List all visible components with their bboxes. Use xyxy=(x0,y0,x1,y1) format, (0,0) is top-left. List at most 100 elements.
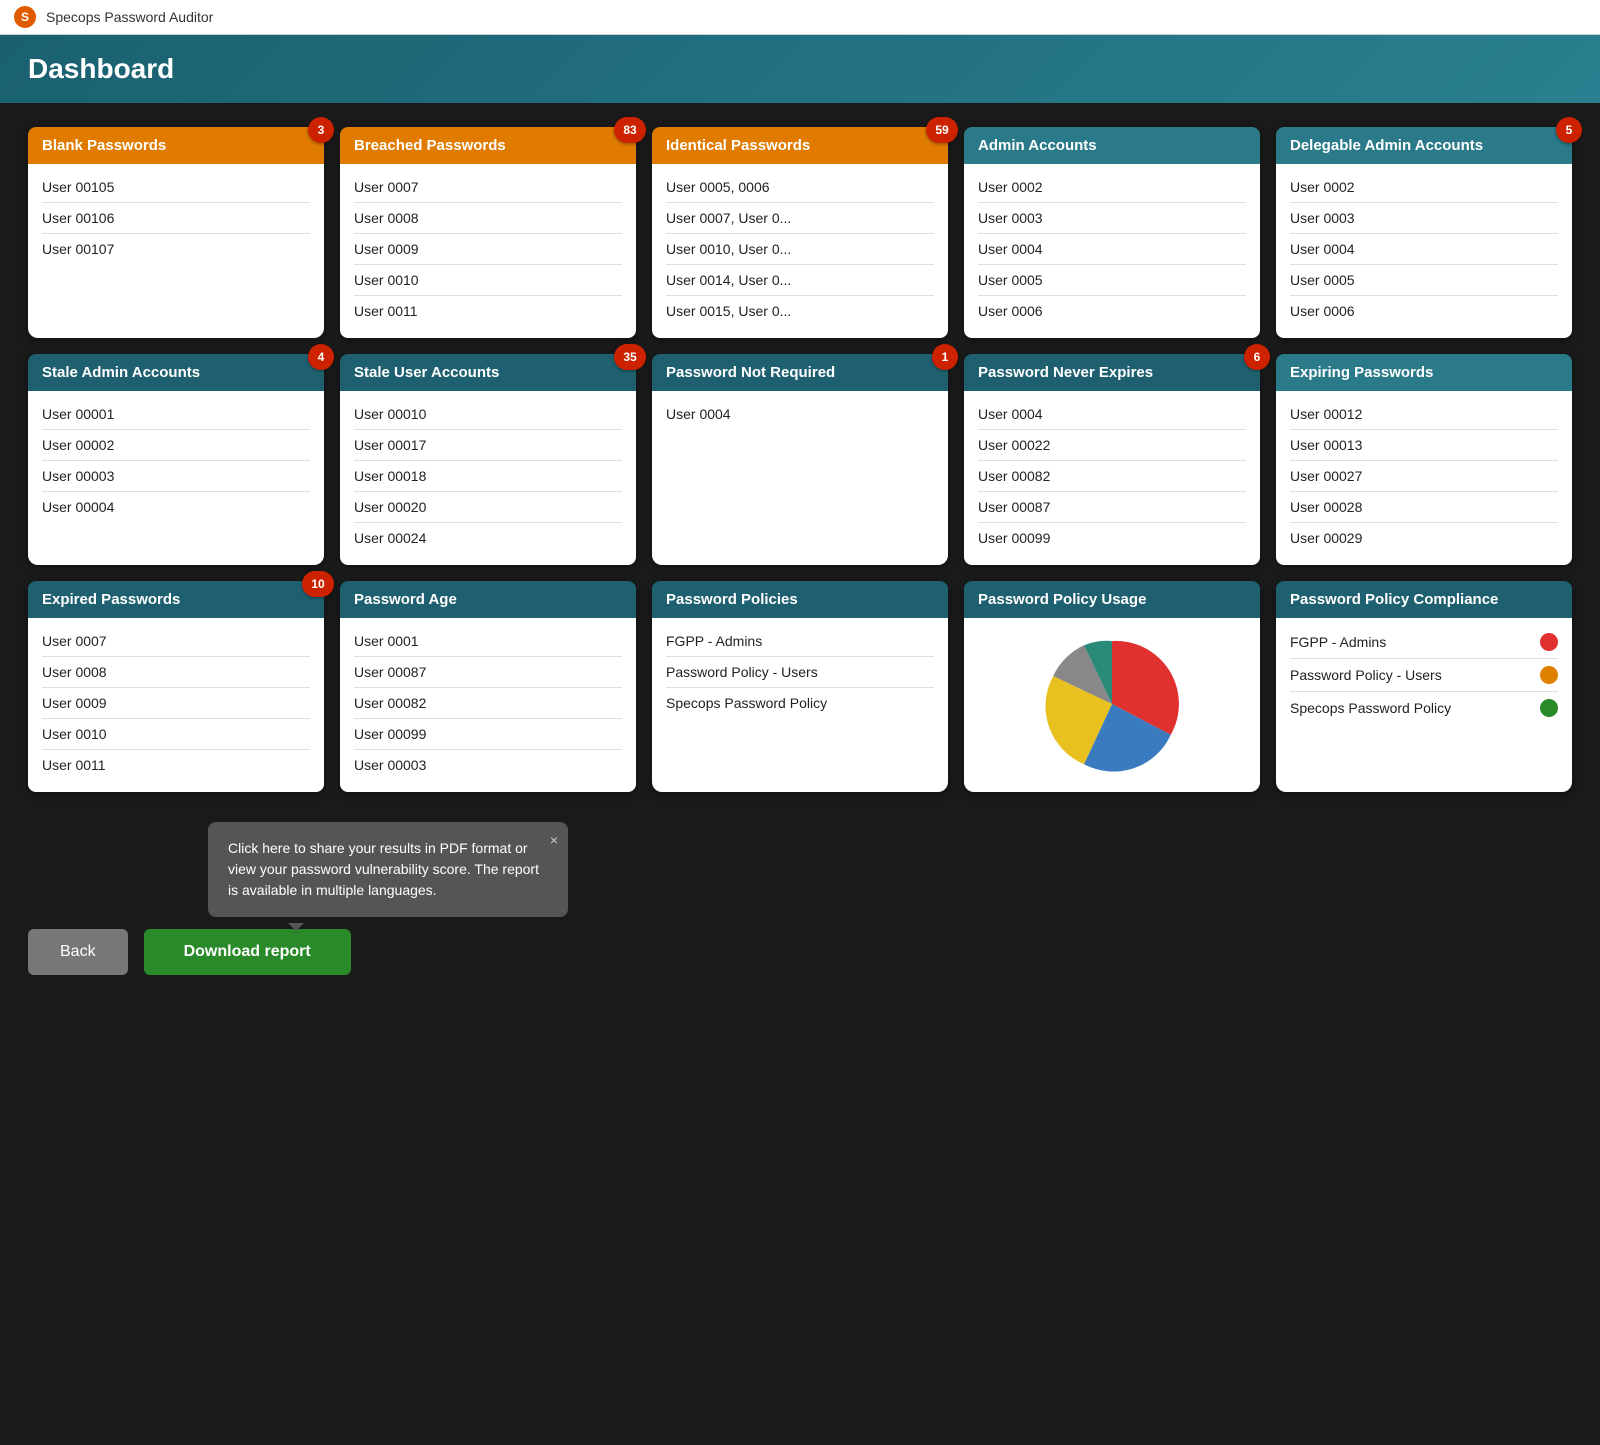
card-password-policy-compliance[interactable]: Password Policy ComplianceFGPP - AdminsP… xyxy=(1276,581,1572,792)
tooltip-bubble[interactable]: × Click here to share your results in PD… xyxy=(208,822,568,917)
legend-label: FGPP - Admins xyxy=(1290,634,1386,650)
card-body-breached-passwords: User 0007User 0008User 0009User 0010User… xyxy=(340,164,636,338)
list-item: User 00099 xyxy=(978,523,1246,553)
badge-delegable-admin-accounts: 5 xyxy=(1556,117,1582,143)
list-item: User 00004 xyxy=(42,492,310,522)
back-button[interactable]: Back xyxy=(28,929,128,975)
badge-password-never-expires: 6 xyxy=(1244,344,1270,370)
list-item: Specops Password Policy xyxy=(666,688,934,718)
download-button[interactable]: Download report xyxy=(144,929,351,975)
list-item: User 00017 xyxy=(354,430,622,461)
card-stale-admin-accounts[interactable]: 4Stale Admin AccountsUser 00001User 0000… xyxy=(28,354,324,565)
legend-item: Specops Password Policy xyxy=(1290,692,1558,724)
list-item: User 0007 xyxy=(354,172,622,203)
list-item: User 00020 xyxy=(354,492,622,523)
list-item: User 00029 xyxy=(1290,523,1558,553)
app-title: Specops Password Auditor xyxy=(46,9,213,25)
legend-item: Password Policy - Users xyxy=(1290,659,1558,692)
legend-label: Password Policy - Users xyxy=(1290,667,1442,683)
card-body-admin-accounts: User 0002User 0003User 0004User 0005User… xyxy=(964,164,1260,338)
page-title: Dashboard xyxy=(28,53,174,84)
badge-stale-user-accounts: 35 xyxy=(614,344,646,370)
legend-item: FGPP - Admins xyxy=(1290,626,1558,659)
card-password-policies[interactable]: Password PoliciesFGPP - AdminsPassword P… xyxy=(652,581,948,792)
cards-row-2: 4Stale Admin AccountsUser 00001User 0000… xyxy=(28,354,1572,565)
card-body-expiring-passwords: User 00012User 00013User 00027User 00028… xyxy=(1276,391,1572,565)
list-item: User 0006 xyxy=(978,296,1246,326)
list-item: User 00107 xyxy=(42,234,310,264)
badge-stale-admin-accounts: 4 xyxy=(308,344,334,370)
badge-password-not-required: 1 xyxy=(932,344,958,370)
list-item: User 0007, User 0... xyxy=(666,203,934,234)
title-bar: S Specops Password Auditor xyxy=(0,0,1600,35)
list-item: User 00024 xyxy=(354,523,622,553)
card-header-breached-passwords: Breached Passwords xyxy=(340,127,636,164)
bottom-area: × Click here to share your results in PD… xyxy=(28,822,1572,975)
card-header-password-policies: Password Policies xyxy=(652,581,948,618)
close-icon[interactable]: × xyxy=(550,830,558,851)
list-item: User 0011 xyxy=(354,296,622,326)
card-header-admin-accounts: Admin Accounts xyxy=(964,127,1260,164)
list-item: FGPP - Admins xyxy=(666,626,934,657)
list-item: User 00002 xyxy=(42,430,310,461)
main-content: 3Blank PasswordsUser 00105User 00106User… xyxy=(0,103,1600,995)
list-item: User 00099 xyxy=(354,719,622,750)
card-body-password-never-expires: User 0004User 00022User 00082User 00087U… xyxy=(964,391,1260,565)
list-item: User 0014, User 0... xyxy=(666,265,934,296)
list-item: User 0008 xyxy=(354,203,622,234)
app-logo: S xyxy=(14,6,36,28)
list-item: User 0006 xyxy=(1290,296,1558,326)
card-header-expired-passwords: Expired Passwords xyxy=(28,581,324,618)
list-item: User 00087 xyxy=(354,657,622,688)
list-item: User 0003 xyxy=(978,203,1246,234)
list-item: User 0001 xyxy=(354,626,622,657)
card-password-not-required[interactable]: 1Password Not RequiredUser 0004 xyxy=(652,354,948,565)
card-password-never-expires[interactable]: 6Password Never ExpiresUser 0004User 000… xyxy=(964,354,1260,565)
list-item: User 00087 xyxy=(978,492,1246,523)
card-body-blank-passwords: User 00105User 00106User 00107 xyxy=(28,164,324,276)
badge-expired-passwords: 10 xyxy=(302,571,334,597)
card-stale-user-accounts[interactable]: 35Stale User AccountsUser 00010User 0001… xyxy=(340,354,636,565)
list-item: User 0005, 0006 xyxy=(666,172,934,203)
card-password-policy-usage[interactable]: Password Policy Usage xyxy=(964,581,1260,792)
list-item: User 00027 xyxy=(1290,461,1558,492)
card-admin-accounts[interactable]: Admin AccountsUser 0002User 0003User 000… xyxy=(964,127,1260,338)
card-expired-passwords[interactable]: 10Expired PasswordsUser 0007User 0008Use… xyxy=(28,581,324,792)
legend-dot xyxy=(1540,666,1558,684)
buttons-row: Back Download report xyxy=(28,929,351,975)
list-item: User 0010 xyxy=(42,719,310,750)
card-expiring-passwords[interactable]: Expiring PasswordsUser 00012User 00013Us… xyxy=(1276,354,1572,565)
card-identical-passwords[interactable]: 59Identical PasswordsUser 0005, 0006User… xyxy=(652,127,948,338)
list-item: User 00003 xyxy=(354,750,622,780)
list-item: User 00082 xyxy=(354,688,622,719)
card-blank-passwords[interactable]: 3Blank PasswordsUser 00105User 00106User… xyxy=(28,127,324,338)
legend-label: Specops Password Policy xyxy=(1290,700,1451,716)
list-item: User 0008 xyxy=(42,657,310,688)
cards-row-1: 3Blank PasswordsUser 00105User 00106User… xyxy=(28,127,1572,338)
card-body-expired-passwords: User 0007User 0008User 0009User 0010User… xyxy=(28,618,324,792)
list-item: User 0011 xyxy=(42,750,310,780)
list-item: User 0002 xyxy=(978,172,1246,203)
card-header-identical-passwords: Identical Passwords xyxy=(652,127,948,164)
card-header-expiring-passwords: Expiring Passwords xyxy=(1276,354,1572,391)
list-item: User 0004 xyxy=(978,399,1246,430)
card-breached-passwords[interactable]: 83Breached PasswordsUser 0007User 0008Us… xyxy=(340,127,636,338)
list-item: User 0002 xyxy=(1290,172,1558,203)
legend-dot xyxy=(1540,633,1558,651)
list-item: User 00001 xyxy=(42,399,310,430)
card-body-delegable-admin-accounts: User 0002User 0003User 0004User 0005User… xyxy=(1276,164,1572,338)
list-item: User 00003 xyxy=(42,461,310,492)
card-delegable-admin-accounts[interactable]: 5Delegable Admin AccountsUser 0002User 0… xyxy=(1276,127,1572,338)
list-item: User 0009 xyxy=(42,688,310,719)
badge-identical-passwords: 59 xyxy=(926,117,958,143)
list-item: User 00082 xyxy=(978,461,1246,492)
card-header-password-age: Password Age xyxy=(340,581,636,618)
list-item: User 0009 xyxy=(354,234,622,265)
list-item: User 0010 xyxy=(354,265,622,296)
legend-dot xyxy=(1540,699,1558,717)
card-header-password-not-required: Password Not Required xyxy=(652,354,948,391)
card-body-password-not-required: User 0004 xyxy=(652,391,948,441)
list-item: User 00018 xyxy=(354,461,622,492)
list-item: User 00105 xyxy=(42,172,310,203)
card-password-age[interactable]: Password Age User 0001User 00087User 0008… xyxy=(340,581,636,792)
